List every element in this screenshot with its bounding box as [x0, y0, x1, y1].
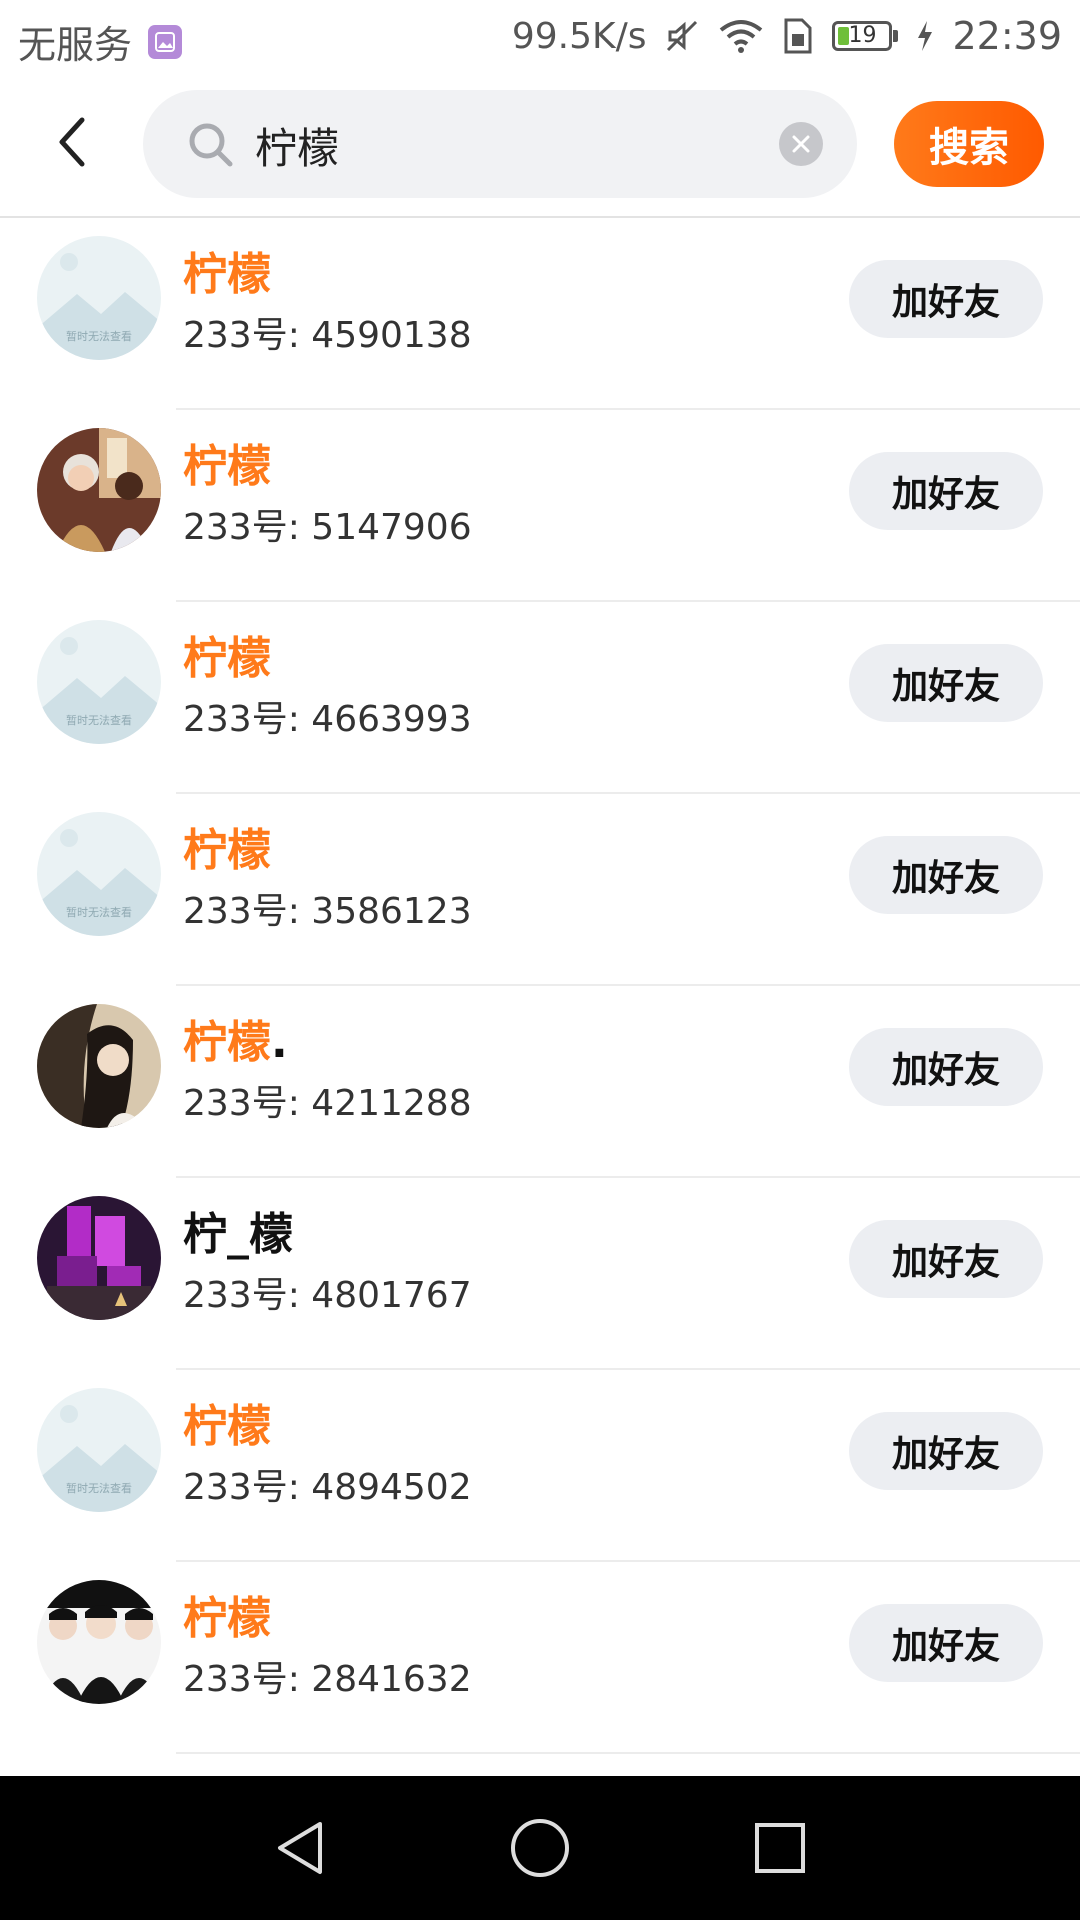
- back-button[interactable]: [40, 110, 104, 174]
- list-item[interactable]: 柠檬 233号: 2841632 加好友: [0, 1562, 1080, 1754]
- back-triangle-icon: [278, 1822, 322, 1874]
- avatar-placeholder-text: 暂时无法查看: [66, 713, 132, 727]
- avatar[interactable]: 暂时无法查看: [37, 1388, 161, 1512]
- network-speed: 99.5K/s: [511, 15, 647, 57]
- user-id: 233号: 4590138: [183, 315, 472, 356]
- avatar[interactable]: [37, 1004, 161, 1128]
- battery-level: 19: [848, 23, 877, 48]
- search-input[interactable]: [253, 108, 757, 182]
- user-id: 233号: 2841632: [183, 1659, 472, 1700]
- charging-icon: [916, 20, 934, 52]
- list-item[interactable]: 暂时无法查看 柠檬 233号: 4894502 加好友: [0, 1370, 1080, 1562]
- add-friend-button[interactable]: 加好友: [849, 836, 1043, 914]
- avatar[interactable]: [37, 1196, 161, 1320]
- user-name: 柠_檬: [183, 1209, 293, 1260]
- nav-home-button[interactable]: [504, 1812, 576, 1884]
- mute-icon: [664, 18, 700, 54]
- avatar[interactable]: 暂时无法查看: [37, 812, 161, 936]
- sim-card-icon: [782, 18, 814, 54]
- add-friend-button[interactable]: 加好友: [849, 1604, 1043, 1682]
- search-header: 搜索: [0, 72, 1080, 216]
- avatar-placeholder-text: 暂时无法查看: [66, 329, 132, 343]
- avatar[interactable]: 暂时无法查看: [37, 236, 161, 360]
- nav-recent-button[interactable]: [744, 1812, 816, 1884]
- avatar[interactable]: [37, 428, 161, 552]
- user-name: 柠檬: [183, 1401, 271, 1452]
- chevron-left-icon: [59, 117, 85, 167]
- user-id: 233号: 3586123: [183, 891, 472, 932]
- user-name: 柠檬: [183, 441, 271, 492]
- user-name: 柠檬: [183, 633, 271, 684]
- row-divider: [176, 1752, 1080, 1754]
- user-id: 233号: 4894502: [183, 1467, 472, 1508]
- add-friend-button[interactable]: 加好友: [849, 1412, 1043, 1490]
- clock: 22:39: [952, 14, 1062, 58]
- avatar[interactable]: 暂时无法查看: [37, 620, 161, 744]
- avatar-placeholder-text: 暂时无法查看: [66, 905, 132, 919]
- list-item[interactable]: 柠檬. 233号: 4211288 加好友: [0, 986, 1080, 1178]
- user-name: 柠檬.: [183, 1017, 288, 1068]
- search-box[interactable]: [143, 90, 857, 198]
- user-id: 233号: 5147906: [183, 507, 472, 548]
- user-id: 233号: 4211288: [183, 1083, 472, 1124]
- battery-icon: 19: [832, 21, 899, 51]
- close-icon: [792, 135, 810, 153]
- result-list[interactable]: 暂时无法查看 柠檬 233号: 4590138 加好友 柠檬 233号: 514…: [0, 218, 1080, 1754]
- status-bar: 无服务 99.5K/s 19 22:39: [0, 0, 1080, 72]
- add-friend-button[interactable]: 加好友: [849, 260, 1043, 338]
- avatar-placeholder-text: 暂时无法查看: [66, 1481, 132, 1495]
- search-button[interactable]: 搜索: [894, 101, 1044, 187]
- clear-search-button[interactable]: [779, 122, 823, 166]
- list-item[interactable]: 暂时无法查看 柠檬 233号: 4663993 加好友: [0, 602, 1080, 794]
- user-id: 233号: 4801767: [183, 1275, 472, 1316]
- gallery-notification-icon: [148, 24, 183, 59]
- list-item[interactable]: 暂时无法查看 柠檬 233号: 3586123 加好友: [0, 794, 1080, 986]
- list-item[interactable]: 柠檬 233号: 5147906 加好友: [0, 410, 1080, 602]
- add-friend-button[interactable]: 加好友: [849, 452, 1043, 530]
- add-friend-button[interactable]: 加好友: [849, 644, 1043, 722]
- recent-square-icon: [755, 1823, 805, 1873]
- user-name: 柠檬: [183, 825, 271, 876]
- list-item[interactable]: 暂时无法查看 柠檬 233号: 4590138 加好友: [0, 218, 1080, 410]
- nav-back-button[interactable]: [264, 1812, 336, 1884]
- list-item[interactable]: 柠_檬 233号: 4801767 加好友: [0, 1178, 1080, 1370]
- home-circle-icon: [511, 1819, 569, 1877]
- avatar[interactable]: [37, 1580, 161, 1704]
- user-name: 柠檬: [183, 249, 271, 300]
- wifi-icon: [718, 18, 764, 54]
- search-icon: [187, 121, 235, 173]
- carrier-label: 无服务: [18, 23, 133, 67]
- add-friend-button[interactable]: 加好友: [849, 1220, 1043, 1298]
- system-navigation-bar: [0, 1776, 1080, 1920]
- user-id: 233号: 4663993: [183, 699, 472, 740]
- add-friend-button[interactable]: 加好友: [849, 1028, 1043, 1106]
- user-name: 柠檬: [183, 1593, 271, 1644]
